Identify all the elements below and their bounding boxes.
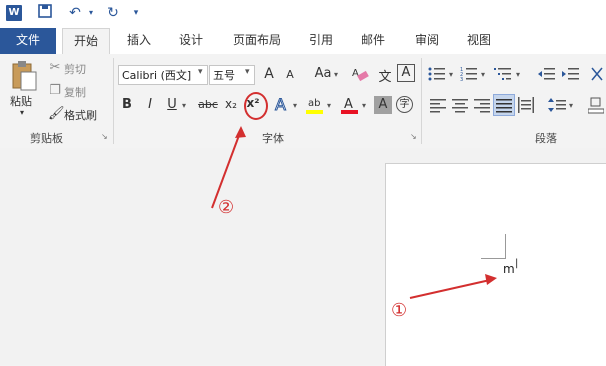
step-1-marker: ①: [391, 300, 408, 321]
step-2-marker: ②: [218, 197, 235, 218]
annotation-arrows: [211, 126, 497, 299]
